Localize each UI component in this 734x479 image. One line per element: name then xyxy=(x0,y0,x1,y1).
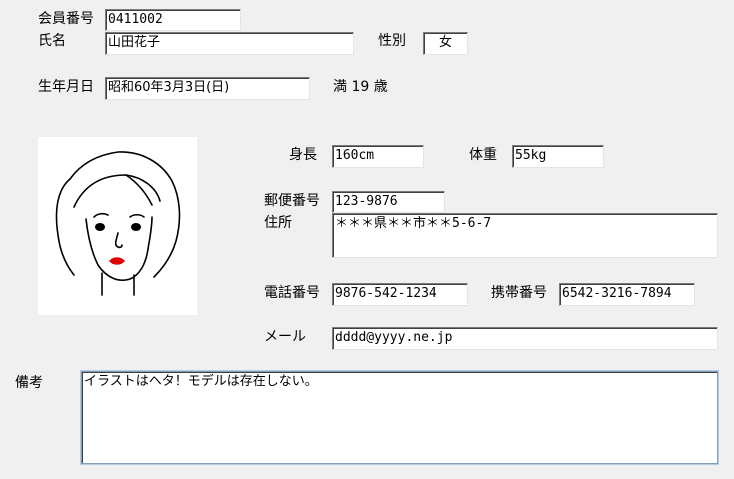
portrait-illustration xyxy=(55,151,181,296)
weight-label: 体重 xyxy=(469,147,497,163)
postal-code-label: 郵便番号 xyxy=(264,193,320,209)
mail-label: メール xyxy=(264,329,306,345)
age-text: 満 19 歳 xyxy=(333,79,388,95)
mail-field[interactable]: dddd@yyyy.ne.jp xyxy=(332,327,718,350)
member-number-label: 会員番号 xyxy=(38,11,94,27)
name-label: 氏名 xyxy=(38,33,66,49)
mobile-field[interactable]: 6542-3216-7894 xyxy=(559,283,695,306)
birthdate-field[interactable]: 昭和60年3月3日(日) xyxy=(105,77,310,100)
phone-field[interactable]: 9876-542-1234 xyxy=(332,283,468,306)
birthdate-label: 生年月日 xyxy=(38,79,94,95)
gender-label: 性別 xyxy=(378,33,406,49)
member-photo xyxy=(38,137,197,315)
postal-code-field[interactable]: 123-9876 xyxy=(332,191,445,213)
notes-label: 備考 xyxy=(15,375,43,391)
height-label: 身長 xyxy=(289,147,317,163)
gender-field[interactable]: 女 xyxy=(423,32,468,55)
mobile-label: 携帯番号 xyxy=(491,285,547,301)
name-field[interactable]: 山田花子 xyxy=(105,32,354,55)
phone-label: 電話番号 xyxy=(264,285,320,301)
member-number-field[interactable]: 0411002 xyxy=(105,9,241,31)
address-label: 住所 xyxy=(264,215,292,231)
notes-field[interactable]: イラストはヘタ！モデルは存在しない。 xyxy=(81,371,718,464)
height-field[interactable]: 160cm xyxy=(332,145,424,168)
address-field[interactable]: ＊＊＊県＊＊市＊＊5-6-7 xyxy=(332,213,718,258)
weight-field[interactable]: 55kg xyxy=(512,145,604,168)
